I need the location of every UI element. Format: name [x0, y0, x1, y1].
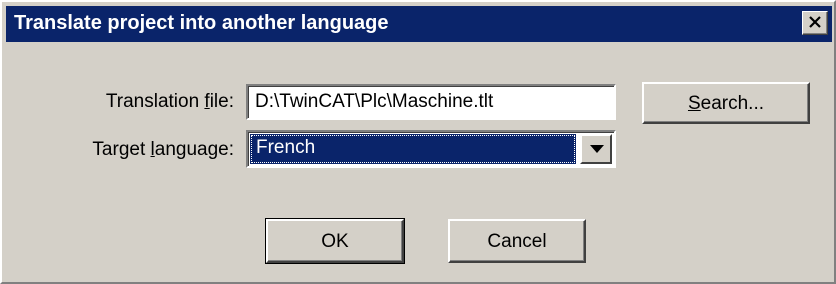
chevron-down-icon	[590, 145, 604, 153]
ok-button[interactable]: OK	[265, 218, 405, 264]
translate-dialog: Translate project into another language …	[0, 0, 836, 284]
target-language-label-suffix: anguage:	[154, 139, 234, 160]
translation-file-label-suffix: ile:	[209, 91, 234, 112]
translation-file-label-prefix: Translation	[105, 91, 205, 112]
translation-file-input[interactable]: D:\TwinCAT\Plc\Maschine.tlt	[246, 84, 616, 120]
close-button[interactable]	[802, 11, 828, 35]
title-bar[interactable]: Translate project into another language	[6, 6, 832, 42]
target-language-label-prefix: Target	[92, 139, 151, 160]
window-title: Translate project into another language	[14, 12, 389, 34]
target-language-selected[interactable]: French	[250, 134, 576, 164]
search-button[interactable]: Search...	[642, 82, 810, 124]
dropdown-button[interactable]	[580, 134, 612, 164]
target-language-label: Target language:	[42, 139, 234, 161]
search-button-accel: S	[687, 93, 701, 114]
search-button-label: earch...	[700, 93, 765, 114]
translation-file-label: Translation file:	[62, 91, 234, 113]
cancel-button[interactable]: Cancel	[448, 219, 586, 263]
target-language-select[interactable]: French	[246, 130, 616, 168]
close-icon	[809, 16, 821, 28]
